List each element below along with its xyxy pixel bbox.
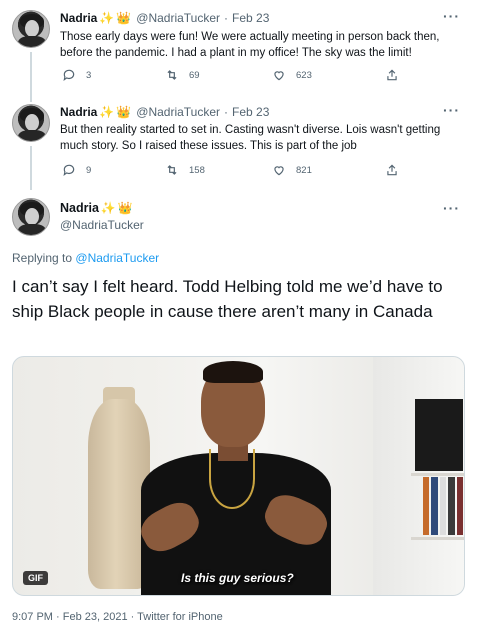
tweet-actions: 9 158 821 — [60, 163, 420, 179]
tweet-header: Nadria ✨ 👑 @NadriaTucker · Feb 23 — [60, 105, 269, 119]
retweet-button[interactable]: 69 — [165, 68, 200, 82]
reply-count: 9 — [86, 164, 92, 176]
separator-dot: · — [224, 105, 229, 119]
reply-icon — [63, 164, 75, 177]
retweet-icon — [167, 165, 177, 175]
avatar[interactable] — [12, 104, 50, 142]
reply-button[interactable]: 9 — [62, 163, 91, 177]
retweet-button[interactable]: 158 — [165, 163, 205, 177]
gif-badge: GIF — [23, 571, 48, 585]
tweet-text: But then reality started to set in. Cast… — [60, 124, 441, 152]
author-name[interactable]: Nadria — [60, 11, 97, 25]
crown-icon: 👑 — [116, 11, 132, 25]
replying-to: Replying to @NadriaTucker — [12, 251, 159, 265]
replying-to-link[interactable]: @NadriaTucker — [75, 251, 159, 265]
crown-icon: 👑 — [116, 105, 132, 119]
more-icon[interactable]: ··· — [443, 8, 460, 24]
reply-count: 3 — [86, 69, 92, 81]
retweet-count: 158 — [189, 164, 205, 176]
sparkle-icon: ✨ — [99, 11, 115, 25]
shelf — [411, 473, 464, 476]
gold-chain — [209, 449, 255, 509]
tweet-actions: 3 69 623 — [60, 68, 420, 84]
sparkle-icon: ✨ — [99, 105, 115, 119]
share-button[interactable] — [385, 68, 409, 82]
shelf-item — [415, 399, 463, 471]
crown-icon: 👑 — [117, 201, 133, 215]
separator-dot: · — [224, 11, 229, 25]
tweet-timestamp[interactable]: 9:07 PM · Feb 23, 2021 · Twitter for iPh… — [12, 611, 223, 623]
share-icon — [387, 164, 397, 176]
like-icon — [274, 166, 284, 176]
author-name[interactable]: Nadria — [60, 201, 99, 215]
replying-to-label: Replying to — [12, 251, 73, 265]
tweet[interactable]: Nadria ✨ 👑 @NadriaTucker · Feb 23 ··· Bu… — [0, 98, 478, 190]
tweet-header: Nadria ✨ 👑 @NadriaTucker · Feb 23 — [60, 11, 269, 25]
author-handle[interactable]: @NadriaTucker — [136, 11, 220, 25]
gif-media[interactable]: GIF Is this guy serious? — [12, 356, 465, 596]
more-icon[interactable]: ··· — [443, 102, 460, 118]
tweet-date[interactable]: Feb 23 — [232, 105, 269, 119]
avatar[interactable] — [12, 10, 50, 48]
gif-caption: Is this guy serious? — [181, 571, 294, 585]
avatar[interactable] — [12, 198, 50, 236]
retweet-icon — [167, 70, 177, 80]
more-icon[interactable]: ··· — [443, 200, 460, 216]
tweet-text: Those early days were fun! We were actua… — [60, 31, 440, 59]
like-icon — [274, 71, 284, 81]
tweet[interactable]: Nadria ✨ 👑 @NadriaTucker · Feb 23 ··· Th… — [0, 0, 478, 98]
main-tweet-text: I can’t say I felt heard. Todd Helbing t… — [12, 277, 443, 321]
books — [423, 477, 464, 535]
main-author-name-row: Nadria ✨ 👑 — [60, 201, 133, 215]
like-button[interactable]: 821 — [272, 163, 312, 177]
sparkle-icon: ✨ — [100, 201, 116, 215]
like-count: 821 — [296, 164, 312, 176]
reply-icon — [63, 69, 75, 82]
like-count: 623 — [296, 69, 312, 81]
reply-button[interactable]: 3 — [62, 68, 91, 82]
author-handle[interactable]: @NadriaTucker — [136, 105, 220, 119]
tweet-date[interactable]: Feb 23 — [232, 11, 269, 25]
author-handle[interactable]: @NadriaTucker — [60, 218, 144, 232]
person-hair — [203, 361, 263, 383]
like-button[interactable]: 623 — [272, 68, 312, 82]
share-button[interactable] — [385, 163, 409, 177]
author-name[interactable]: Nadria — [60, 105, 97, 119]
shelf — [411, 537, 464, 540]
retweet-count: 69 — [189, 69, 200, 81]
share-icon — [387, 69, 397, 81]
